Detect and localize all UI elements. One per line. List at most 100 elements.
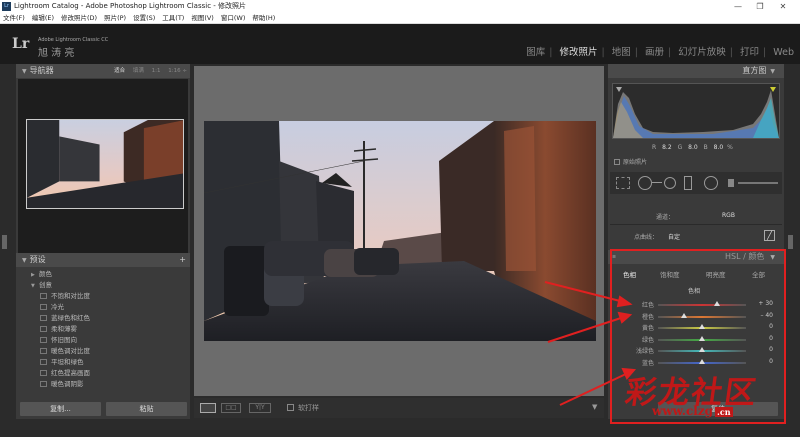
lightroom-logo: Lr <box>12 36 30 52</box>
module-book[interactable]: 画册 <box>645 47 664 58</box>
point-curve-label: 点曲线： <box>634 234 659 241</box>
preset-icon <box>40 337 47 343</box>
preset-label: 怀旧图向 <box>51 336 77 344</box>
menu-view[interactable]: 视图(V) <box>191 13 214 24</box>
histogram-rgb-readout: R 8.2 G 8.0 B 8.0 % <box>652 144 733 151</box>
menu-file[interactable]: 文件(F) <box>3 13 25 24</box>
channel-select[interactable]: RGB <box>722 212 735 219</box>
preset-label: 柔和薄雾 <box>51 325 77 333</box>
collapse-triangle-icon: ▼ <box>770 68 775 75</box>
menu-tools[interactable]: 工具(T) <box>162 13 184 24</box>
preset-label: 暖色调对比度 <box>51 347 90 355</box>
module-map[interactable]: 地图 <box>612 47 631 58</box>
user-name: 旭 涛 亮 <box>38 48 75 59</box>
presets-title: 预设 <box>29 255 46 264</box>
navigator-thumbnail[interactable] <box>26 119 184 209</box>
preset-folder[interactable]: ▼ 创意 <box>16 280 190 291</box>
preset-label: 蓝绿色和红色 <box>51 314 90 322</box>
module-print[interactable]: 打印 <box>740 47 759 58</box>
preset-icon <box>40 381 47 387</box>
navigator-preview[interactable] <box>18 79 188 253</box>
divider <box>610 224 782 225</box>
navigator-title: 导航器 <box>29 66 54 75</box>
preset-item[interactable]: 暖色调对比度 <box>16 346 190 357</box>
menu-settings[interactable]: 设置(S) <box>133 13 155 24</box>
preset-folder[interactable]: ▶ 颜色 <box>16 269 190 280</box>
preset-icon <box>40 370 47 376</box>
menu-help[interactable]: 帮助(H) <box>252 13 275 24</box>
preset-item[interactable]: 冷光 <box>16 302 190 313</box>
menu-photo[interactable]: 照片(P) <box>104 13 126 24</box>
brush-slider[interactable] <box>738 182 778 184</box>
histogram-header[interactable]: 直方图 ▼ <box>608 64 784 78</box>
channel-label: 通道： <box>656 214 675 221</box>
maximize-button[interactable]: ❐ <box>749 0 771 13</box>
histogram[interactable] <box>612 83 780 139</box>
module-slideshow[interactable]: 幻灯片放映 <box>678 47 726 58</box>
module-library[interactable]: 图库 <box>526 47 545 58</box>
preset-item[interactable]: 不饱和对比度 <box>16 291 190 302</box>
point-curve-select[interactable]: 自定 <box>668 232 680 241</box>
menu-develop[interactable]: 修改照片(D) <box>61 13 97 24</box>
tool-line <box>652 182 662 183</box>
add-preset-button[interactable]: + <box>179 253 186 267</box>
zoom-fill[interactable]: 填满 <box>133 68 144 74</box>
title-bar: Lr Lightroom Catalog - Adobe Photoshop L… <box>0 0 800 13</box>
soft-proof-label: 软打样 <box>298 404 319 412</box>
left-panel: ▼导航器 适合 填满 1:1 1:16 ÷ ▼预设 + ▶颜色▼创意 <box>16 64 190 419</box>
preset-label: 创意 <box>39 281 52 289</box>
preset-item[interactable]: 怀旧图向 <box>16 335 190 346</box>
preset-label: 不饱和对比度 <box>51 292 90 300</box>
product-name: Adobe Lightroom Classic CC <box>38 37 109 43</box>
preset-label: 颜色 <box>39 270 52 278</box>
right-panel-toggle[interactable] <box>788 235 793 249</box>
brush-icon[interactable] <box>728 179 734 187</box>
minimize-button[interactable]: — <box>727 0 749 13</box>
view-xy-button[interactable]: Y|Y <box>249 403 271 413</box>
menu-edit[interactable]: 编辑(E) <box>32 13 54 24</box>
crop-tool-icon[interactable] <box>616 177 630 189</box>
preset-item[interactable]: 暖色调阴影 <box>16 379 190 390</box>
window-title: Lightroom Catalog - Adobe Photoshop Ligh… <box>14 2 247 10</box>
left-panel-toggle[interactable] <box>2 235 7 249</box>
loupe-view-icon[interactable] <box>200 403 216 413</box>
menu-window[interactable]: 窗口(W) <box>221 13 246 24</box>
collapse-triangle-icon: ▼ <box>22 257 27 264</box>
zoom-1-16[interactable]: 1:16 ÷ <box>168 68 187 74</box>
preset-icon <box>40 359 47 365</box>
main-photo[interactable] <box>204 121 596 341</box>
close-button[interactable]: ✕ <box>772 0 794 13</box>
histogram-title: 直方图 <box>742 66 767 75</box>
preset-item[interactable]: 柔和薄雾 <box>16 324 190 335</box>
preset-item[interactable]: 蓝绿色和红色 <box>16 313 190 324</box>
before-after-icon[interactable]: □□ <box>221 403 241 413</box>
module-develop[interactable]: 修改照片 <box>560 47 598 58</box>
preset-label: 冷光 <box>51 303 64 311</box>
preset-label: 平坦和绿色 <box>51 358 84 366</box>
copy-button[interactable]: 复制... <box>20 402 101 416</box>
navigator-header[interactable]: ▼ 导航器 适合 填满 1:1 1:16 ÷ <box>16 64 190 78</box>
preset-item[interactable]: 红色提高画面 <box>16 368 190 379</box>
preset-icon <box>40 326 47 332</box>
preset-icon <box>40 293 47 299</box>
graduated-filter-icon[interactable] <box>684 176 692 190</box>
preset-label: 暖色调阴影 <box>51 380 84 388</box>
paste-button[interactable]: 粘贴 <box>106 402 187 416</box>
original-photo-checkbox[interactable] <box>614 159 620 165</box>
soft-proof-checkbox[interactable] <box>287 404 294 411</box>
red-eye-icon[interactable] <box>664 177 676 189</box>
collapse-triangle-icon: ▼ <box>22 68 27 75</box>
presets-list: ▶ 颜色 ▼ 创意 不饱和对比度 冷光蓝绿色和红色 柔和薄雾怀旧图向暖色调对比度 平坦和绿色红… <box>16 269 190 390</box>
watermark-url: www.clzg .cn <box>652 404 733 418</box>
preset-label: 红色提高画面 <box>51 369 90 377</box>
zoom-fit[interactable]: 适合 <box>114 68 125 74</box>
zoom-1-1[interactable]: 1:1 <box>152 68 161 74</box>
preset-item[interactable]: 平坦和绿色 <box>16 357 190 368</box>
radial-filter-icon[interactable] <box>704 176 718 190</box>
presets-header[interactable]: ▼ 预设 + <box>16 253 190 267</box>
app-icon: Lr <box>2 2 11 11</box>
spot-removal-icon[interactable] <box>638 176 652 190</box>
module-web[interactable]: Web <box>773 47 794 58</box>
preset-icon <box>40 348 47 354</box>
curve-edit-icon[interactable]: ╱ <box>764 230 775 241</box>
